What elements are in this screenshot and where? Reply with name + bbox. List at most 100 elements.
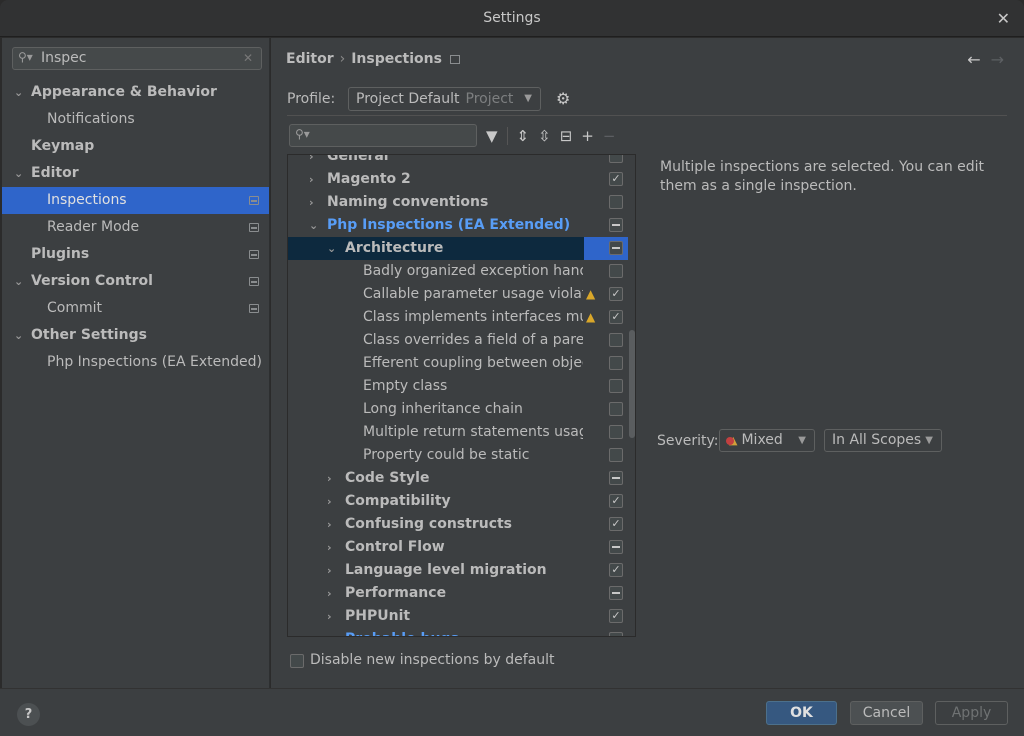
chevron-right-icon[interactable]: › — [309, 168, 314, 191]
inspection-row[interactable]: › Code Style — [288, 467, 628, 490]
search-value[interactable]: Inspec — [41, 50, 87, 66]
settings-search-input[interactable]: ⚲▾ Inspec ✕ — [12, 47, 262, 70]
inspection-checkbox[interactable]: ✓ — [609, 517, 623, 531]
inspection-checkbox[interactable] — [609, 402, 623, 416]
inspection-checkbox[interactable] — [609, 379, 623, 393]
inspection-checkbox[interactable] — [609, 586, 623, 600]
chevron-right-icon[interactable]: › — [327, 582, 332, 605]
inspection-row[interactable]: Class implements interfaces mult ▲ ✓ — [288, 306, 628, 329]
inspection-row[interactable]: › Probable bugs — [288, 628, 628, 636]
inspection-tree[interactable]: › General › Magento 2 ✓ › Naming conventions ⌄ P… — [287, 154, 636, 637]
disable-new-inspections-checkbox[interactable] — [290, 654, 304, 668]
inspection-row[interactable]: › Language level migration ✓ — [288, 559, 628, 582]
inspection-row[interactable]: Badly organized exception handl — [288, 260, 628, 283]
inspection-checkbox[interactable] — [609, 632, 623, 636]
chevron-right-icon[interactable]: › — [327, 513, 332, 536]
chevron-right-icon[interactable]: › — [327, 490, 332, 513]
sidebar-item-notifications[interactable]: Notifications — [2, 106, 269, 133]
severity-dropdown[interactable]: ▲ Mixed ▼ — [719, 429, 815, 452]
inspection-label: Callable parameter usage violate — [363, 286, 583, 302]
sidebar-item-version-control[interactable]: ⌄ Version Control — [2, 268, 269, 295]
sidebar-item-commit[interactable]: Commit — [2, 295, 269, 322]
chevron-right-icon[interactable]: › — [327, 605, 332, 628]
add-icon[interactable]: + — [581, 127, 594, 145]
inspection-row[interactable]: Class overrides a field of a parent — [288, 329, 628, 352]
inspection-row[interactable]: › General — [288, 155, 628, 168]
chevron-right-icon[interactable]: › — [309, 191, 314, 214]
inspection-checkbox[interactable]: ✓ — [609, 609, 623, 623]
chevron-down-icon[interactable]: ⌄ — [14, 79, 23, 106]
inspection-checkbox[interactable] — [609, 241, 623, 255]
scope-dropdown[interactable]: In All Scopes ▼ — [824, 429, 942, 452]
inspection-row[interactable]: › PHPUnit ✓ — [288, 605, 628, 628]
chevron-right-icon[interactable]: › — [327, 628, 332, 636]
inspection-checkbox[interactable]: ✓ — [609, 172, 623, 186]
inspection-row[interactable]: › Control Flow — [288, 536, 628, 559]
disable-new-inspections-label[interactable]: Disable new inspections by default — [310, 652, 554, 668]
collapse-all-icon[interactable]: ⇳ — [538, 127, 551, 145]
sidebar-item-inspections[interactable]: Inspections — [2, 187, 269, 214]
inspection-row[interactable]: › Performance — [288, 582, 628, 605]
expand-all-icon[interactable]: ⇕ — [517, 127, 530, 145]
inspection-checkbox[interactable]: ✓ — [609, 310, 623, 324]
inspection-checkbox[interactable]: ✓ — [609, 563, 623, 577]
chevron-right-icon[interactable]: › — [327, 536, 332, 559]
remove-icon[interactable]: − — [603, 127, 616, 145]
chevron-down-icon[interactable]: ⌄ — [327, 237, 336, 260]
inspection-filter-input[interactable]: ⚲▾ — [289, 124, 477, 147]
inspection-row[interactable]: Efferent coupling between object — [288, 352, 628, 375]
profile-dropdown[interactable]: Project Default Project ▼ — [348, 87, 541, 111]
inspection-checkbox[interactable] — [609, 155, 623, 163]
chevron-down-icon[interactable]: ⌄ — [14, 322, 23, 349]
gear-icon[interactable]: ⚙ — [556, 89, 570, 108]
inspection-row[interactable]: Property could be static — [288, 444, 628, 467]
sidebar-item-reader-mode[interactable]: Reader Mode — [2, 214, 269, 241]
sidebar-item-plugins[interactable]: Plugins — [2, 241, 269, 268]
inspection-checkbox[interactable] — [609, 425, 623, 439]
inspection-checkbox[interactable] — [609, 356, 623, 370]
clear-search-icon[interactable]: ✕ — [243, 51, 253, 65]
scrollbar-thumb[interactable] — [629, 330, 635, 438]
inspection-row[interactable]: › Naming conventions — [288, 191, 628, 214]
inspection-checkbox[interactable] — [609, 218, 623, 232]
breadcrumb-editor[interactable]: Editor — [286, 51, 334, 67]
inspection-checkbox[interactable]: ✓ — [609, 494, 623, 508]
sidebar-item-php-inspections-ea-extended[interactable]: Php Inspections (EA Extended) — [2, 349, 269, 376]
inspection-row[interactable]: Multiple return statements usage — [288, 421, 628, 444]
help-icon[interactable]: ? — [17, 703, 40, 726]
forward-arrow-icon[interactable]: → — [991, 50, 1004, 69]
inspection-checkbox[interactable] — [609, 540, 623, 554]
chevron-down-icon[interactable]: ⌄ — [14, 268, 23, 295]
inspection-row[interactable]: Empty class — [288, 375, 628, 398]
project-level-icon — [249, 304, 259, 313]
chevron-down-icon[interactable]: ⌄ — [14, 160, 23, 187]
inspection-checkbox[interactable] — [609, 333, 623, 347]
inspection-row[interactable]: › Compatibility ✓ — [288, 490, 628, 513]
chevron-down-icon[interactable]: ⌄ — [309, 214, 318, 237]
apply-button[interactable]: Apply — [935, 701, 1008, 725]
inspection-row[interactable]: › Magento 2 ✓ — [288, 168, 628, 191]
inspection-row[interactable]: ⌄ Architecture — [288, 237, 628, 260]
reset-icon[interactable]: ⊟ — [560, 127, 573, 145]
inspection-checkbox[interactable] — [609, 195, 623, 209]
inspection-checkbox[interactable] — [609, 471, 623, 485]
sidebar-item-other-settings[interactable]: ⌄ Other Settings — [2, 322, 269, 349]
back-arrow-icon[interactable]: ← — [967, 50, 980, 69]
sidebar-item-editor[interactable]: ⌄ Editor — [2, 160, 269, 187]
sidebar-item-appearance-behavior[interactable]: ⌄ Appearance & Behavior — [2, 79, 269, 106]
ok-button[interactable]: OK — [766, 701, 837, 725]
chevron-right-icon[interactable]: › — [327, 467, 332, 490]
inspection-row[interactable]: Callable parameter usage violate ▲ ✓ — [288, 283, 628, 306]
sidebar-item-keymap[interactable]: Keymap — [2, 133, 269, 160]
cancel-button[interactable]: Cancel — [850, 701, 923, 725]
filter-icon[interactable]: ▼ — [486, 127, 498, 145]
inspection-checkbox[interactable] — [609, 264, 623, 278]
inspection-row[interactable]: Long inheritance chain — [288, 398, 628, 421]
close-icon[interactable]: ✕ — [997, 9, 1010, 28]
inspection-row[interactable]: ⌄ Php Inspections (EA Extended) — [288, 214, 628, 237]
inspection-row[interactable]: › Confusing constructs ✓ — [288, 513, 628, 536]
chevron-right-icon[interactable]: › — [327, 559, 332, 582]
inspection-checkbox[interactable] — [609, 448, 623, 462]
inspection-checkbox[interactable]: ✓ — [609, 287, 623, 301]
chevron-right-icon[interactable]: › — [309, 155, 314, 168]
